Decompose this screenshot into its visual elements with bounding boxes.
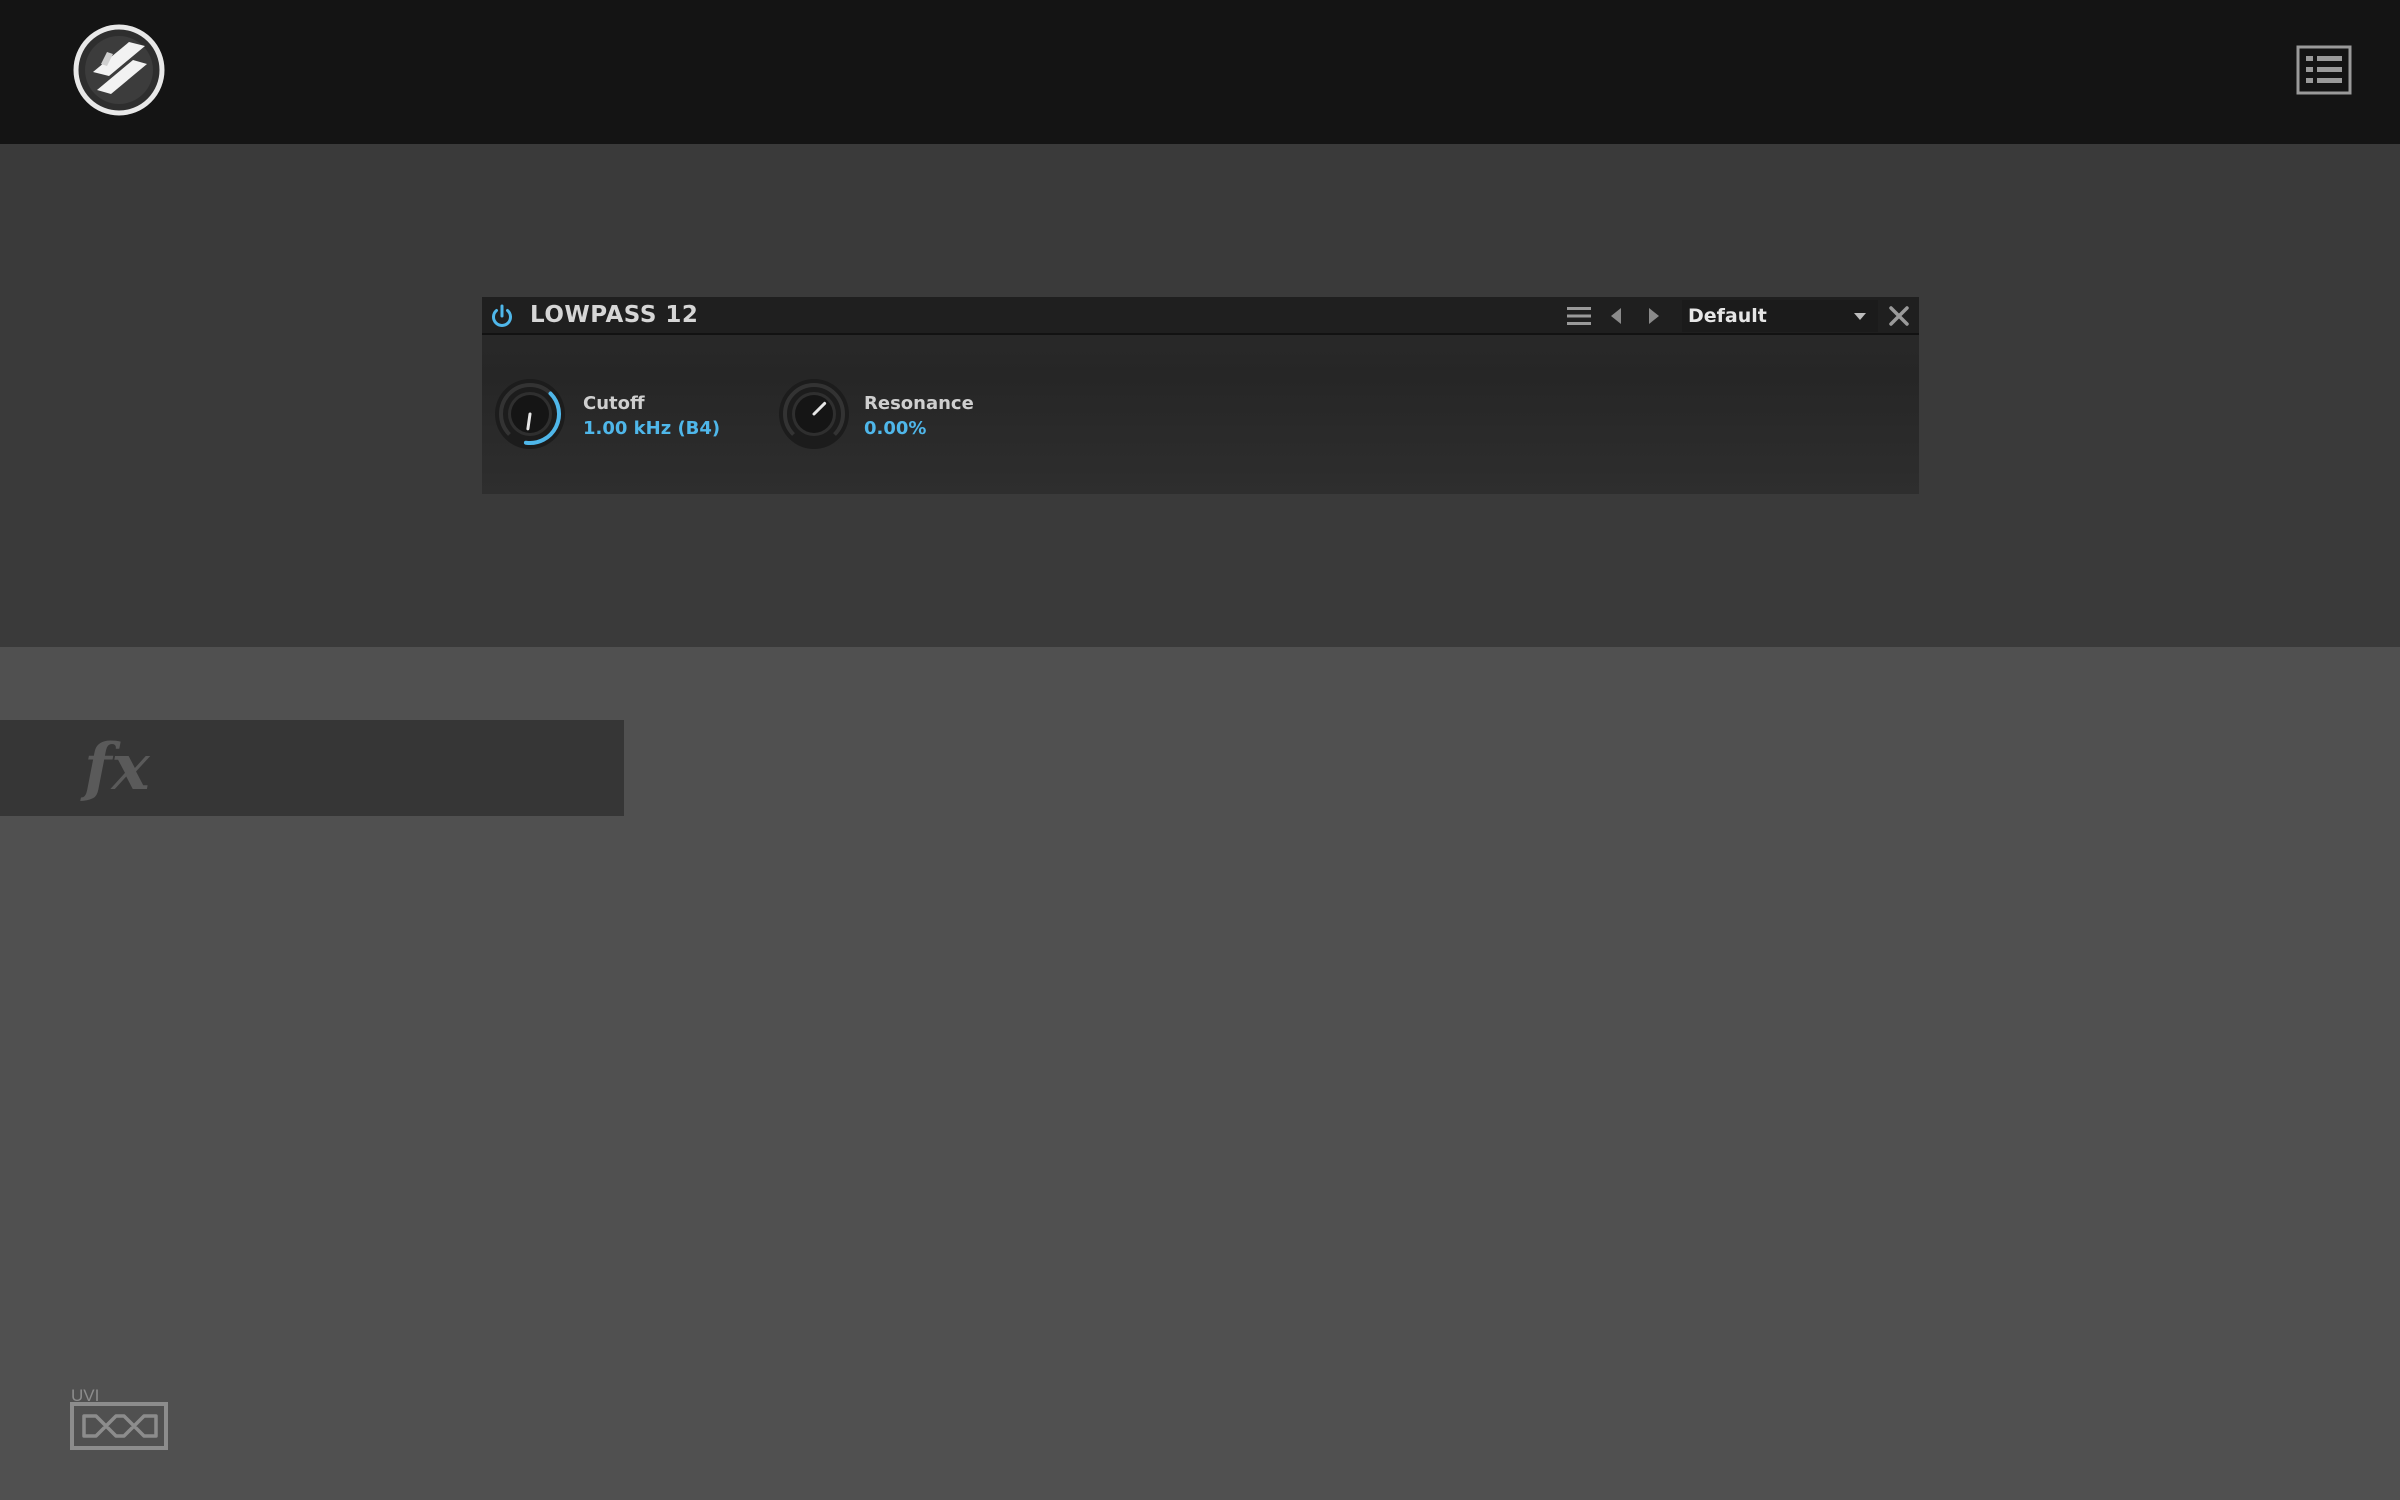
effect-title: LOWPASS 12 <box>530 302 699 328</box>
preset-name: Default <box>1688 305 1767 327</box>
resonance-knob[interactable] <box>777 377 851 451</box>
uvi-logo-icon: UVI <box>70 1386 168 1450</box>
previous-preset-icon[interactable] <box>1605 304 1627 328</box>
chevron-down-icon <box>1854 313 1866 320</box>
resonance-label: Resonance <box>864 393 974 414</box>
hamburger-menu-icon[interactable] <box>1565 304 1593 328</box>
list-menu-icon[interactable] <box>2296 45 2352 95</box>
preset-dropdown[interactable]: Default <box>1682 300 1878 332</box>
cutoff-value[interactable]: 1.00 kHz (B4) <box>583 418 720 439</box>
effect-panel: LOWPASS 12 Default Cutoff 1.00 kHz (B4) … <box>482 297 1919 494</box>
fx-label: fx <box>84 730 150 805</box>
resonance-value[interactable]: 0.00% <box>864 418 926 439</box>
falcon-logo-icon <box>73 24 165 116</box>
close-icon[interactable] <box>1886 303 1912 329</box>
effect-header: LOWPASS 12 Default <box>482 297 1919 335</box>
top-bar <box>0 0 2400 144</box>
cutoff-label: Cutoff <box>583 393 645 414</box>
power-icon[interactable] <box>489 303 515 329</box>
fx-insert-bar[interactable]: fx <box>0 720 624 816</box>
next-preset-icon[interactable] <box>1643 304 1665 328</box>
cutoff-knob[interactable] <box>493 377 567 451</box>
cutoff-pointer <box>526 412 532 431</box>
